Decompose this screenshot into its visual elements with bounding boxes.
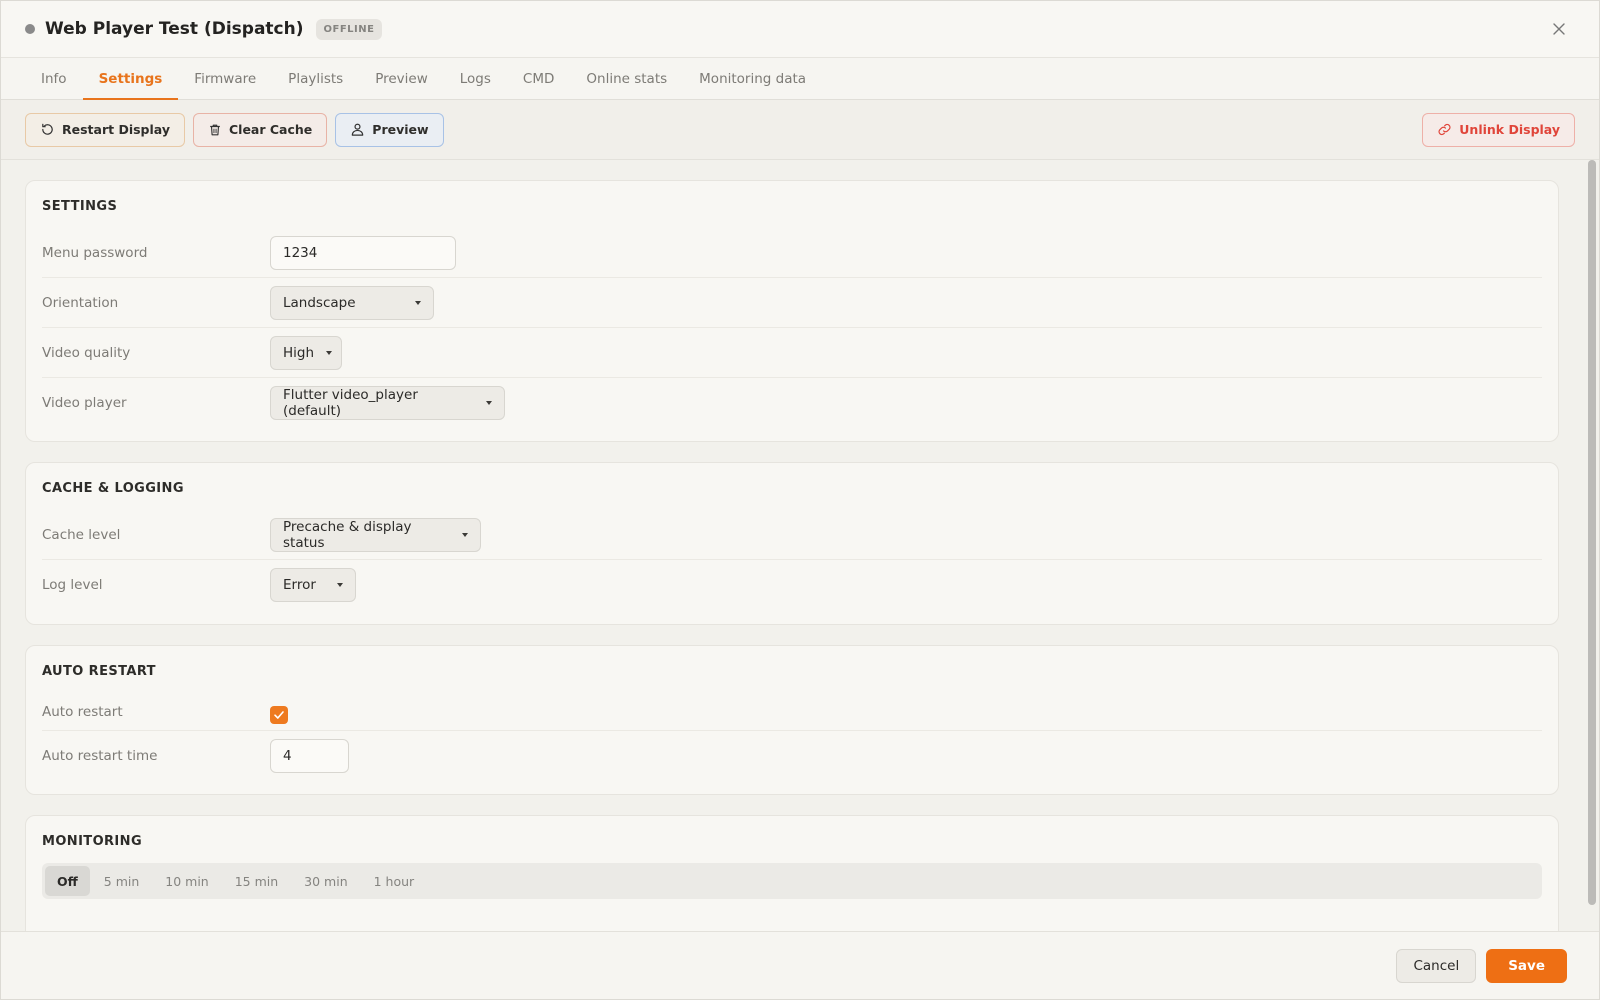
video-player-label: Video player [42,395,127,411]
tab-monitoring-data[interactable]: Monitoring data [683,58,822,99]
orientation-row: Orientation Landscape [42,278,1542,328]
close-icon[interactable] [1549,19,1569,39]
video-quality-value: High [283,344,315,361]
menu-password-input[interactable]: 1234 [270,235,456,270]
scrollbar[interactable] [1583,160,1599,931]
tab-logs[interactable]: Logs [444,58,507,99]
unlink-icon [1438,123,1451,136]
cache-logging-card: CACHE & LOGGING Cache level Precache & d… [25,462,1559,625]
settings-content: SETTINGS Menu password 1234 Orientation … [1,160,1599,931]
settings-card-title: SETTINGS [42,199,118,214]
monitoring-option-15-min[interactable]: 15 min [223,866,290,896]
tab-firmware[interactable]: Firmware [178,58,272,99]
video-quality-row: Video quality High [42,328,1542,378]
auto-restart-checkbox[interactable] [270,705,288,724]
auto-restart-card: AUTO RESTART Auto restart Auto restart t… [25,645,1559,795]
preview-label: Preview [372,122,429,137]
action-toolbar: Restart Display Clear Cache Preview Unli… [1,100,1599,160]
monitoring-option-1-hour[interactable]: 1 hour [362,866,427,896]
log-level-row: Log level Error [42,560,1542,610]
chevron-down-icon [337,583,343,587]
menu-password-row: Menu password 1234 [42,228,1542,278]
chevron-down-icon [326,350,333,355]
clear-cache-button[interactable]: Clear Cache [192,112,328,147]
cache-level-select[interactable]: Precache & display status [270,517,481,552]
status-dot [25,24,35,34]
auto-restart-time-input[interactable]: 4 [270,739,349,773]
auto-restart-time-label: Auto restart time [42,748,158,764]
restart-icon [42,123,53,135]
chevron-down-icon [415,300,421,305]
preview-icon [352,123,364,136]
cache-logging-card-title: CACHE & LOGGING [42,481,184,496]
auto-restart-row: Auto restart [42,693,1542,731]
cache-level-row: Cache level Precache & display status [42,510,1542,560]
check-icon [274,710,284,719]
orientation-select[interactable]: Landscape [270,285,434,320]
save-button[interactable]: Save [1486,948,1567,983]
monitoring-option-10-min[interactable]: 10 min [153,866,220,896]
auto-restart-label: Auto restart [42,703,123,720]
restart-display-label: Restart Display [62,122,170,137]
tab-playlists[interactable]: Playlists [272,58,359,99]
monitoring-option-off[interactable]: Off [45,866,90,896]
tab-bar: Info Settings Firmware Playlists Preview… [1,58,1599,100]
unlink-display-button[interactable]: Unlink Display [1422,112,1575,147]
tab-preview[interactable]: Preview [359,58,444,99]
tab-info[interactable]: Info [25,58,83,99]
settings-card: SETTINGS Menu password 1234 Orientation … [25,180,1559,442]
monitoring-interval-selector: Off 5 min 10 min 15 min 30 min 1 hour [42,863,1542,899]
video-player-select[interactable]: Flutter video_player (default) [270,386,505,420]
modal-header: Web Player Test (Dispatch) OFFLINE [1,1,1599,58]
chevron-down-icon [462,532,468,537]
video-player-value: Flutter video_player (default) [283,387,418,419]
trash-icon [210,124,220,135]
modal-footer: Cancel Save [1,931,1599,999]
unlink-display-label: Unlink Display [1459,122,1560,137]
auto-restart-time-row: Auto restart time 4 [42,731,1542,781]
status-badge: OFFLINE [315,18,383,40]
video-quality-select[interactable]: High [270,335,342,370]
menu-password-label: Menu password [42,244,148,261]
video-quality-label: Video quality [42,344,131,361]
restart-display-button[interactable]: Restart Display [25,112,185,147]
log-level-select[interactable]: Error [270,568,356,602]
auto-restart-card-title: AUTO RESTART [42,664,156,679]
cache-level-label: Cache level [42,526,121,543]
tab-settings[interactable]: Settings [82,58,179,100]
monitoring-option-5-min[interactable]: 5 min [92,866,152,896]
scrollbar-thumb[interactable] [1588,160,1596,905]
tab-online-stats[interactable]: Online stats [570,58,683,99]
chevron-down-icon [486,401,492,405]
log-level-value: Error [283,577,316,593]
page-title: Web Player Test (Dispatch) [45,19,304,39]
orientation-label: Orientation [42,294,119,311]
preview-button[interactable]: Preview [335,112,444,147]
cancel-button[interactable]: Cancel [1396,948,1477,983]
orientation-value: Landscape [283,294,356,311]
cache-level-value: Precache & display status [283,518,412,551]
clear-cache-label: Clear Cache [228,122,313,137]
log-level-label: Log level [42,577,103,593]
display-settings-modal: Web Player Test (Dispatch) OFFLINE Info … [0,0,1600,1000]
monitoring-option-30-min[interactable]: 30 min [292,866,359,896]
monitoring-card: MONITORING Off 5 min 10 min 15 min 30 mi… [25,815,1559,931]
monitoring-card-title: MONITORING [42,834,143,849]
tab-cmd[interactable]: CMD [507,58,570,99]
video-player-row: Video player Flutter video_player (defau… [42,378,1542,428]
